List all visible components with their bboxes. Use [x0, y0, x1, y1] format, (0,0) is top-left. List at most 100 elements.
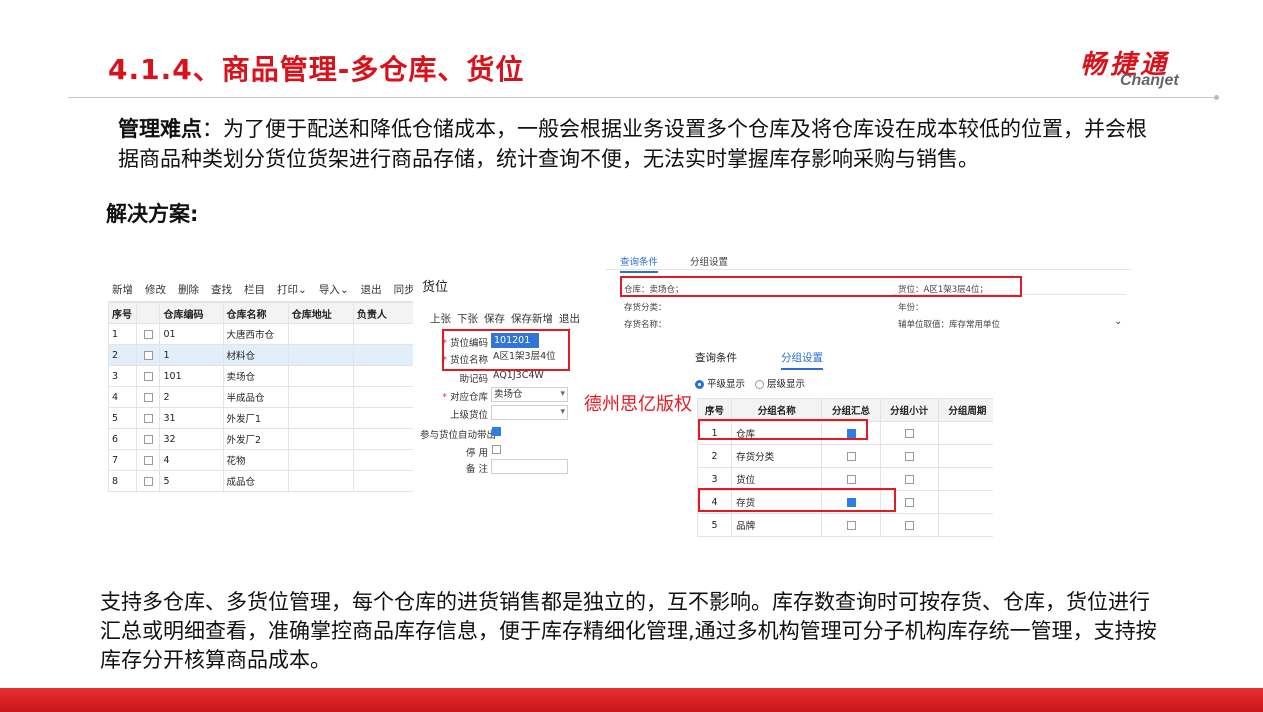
table-row[interactable]: 2 存货分类 — [696, 444, 993, 468]
parent-row: 上级货位 — [418, 405, 588, 423]
subtotal-checkbox[interactable] — [904, 474, 914, 484]
footer-bar — [0, 688, 1263, 712]
subtotal-checkbox[interactable] — [904, 451, 914, 461]
row-period — [937, 467, 993, 491]
parent-select[interactable] — [491, 405, 568, 420]
year-condition[interactable]: 年份： — [898, 301, 924, 313]
prev-button[interactable]: 上张 — [430, 311, 451, 326]
summary-checkbox[interactable] — [846, 474, 856, 484]
row-select-checkbox[interactable] — [143, 413, 153, 423]
table-row[interactable]: 85成品仓是 — [108, 470, 413, 492]
row-summary — [821, 513, 881, 537]
mnemonic-field[interactable]: AQ1J3C4W — [491, 369, 568, 384]
row-manager — [352, 449, 413, 471]
query-tabs: 查询条件 分组设置 — [606, 248, 1131, 273]
row-checkbox — [136, 344, 161, 366]
auto-checkbox[interactable] — [492, 427, 501, 436]
row-checkbox — [136, 449, 161, 471]
row-no: 5 — [696, 513, 733, 537]
subtotal-checkbox[interactable] — [904, 520, 914, 530]
row-code: 1 — [159, 344, 224, 366]
table-row[interactable]: 5 品牌 — [696, 513, 993, 537]
toolbar-sync[interactable]: 同步 — [394, 282, 413, 297]
row-checkbox — [136, 386, 161, 408]
stock-condition[interactable]: 存货名称： — [624, 318, 667, 330]
remark-label: 备 注 — [465, 464, 488, 475]
col-no: 序号 — [108, 302, 138, 324]
radio-level[interactable]: 层级显示 — [755, 376, 805, 390]
exit-button[interactable]: 退出 — [559, 311, 580, 326]
watermark: 德州思亿版权 — [584, 394, 692, 415]
summary-checkbox[interactable] — [846, 451, 856, 461]
subtotal-checkbox[interactable] — [904, 428, 914, 438]
unit-condition[interactable]: 辅单位取值：库存常用单位 — [898, 318, 1000, 330]
row-no: 8 — [108, 470, 138, 492]
category-condition[interactable]: 存货分类： — [624, 301, 667, 313]
save-new-button[interactable]: 保存新增 — [511, 311, 553, 326]
summary-checkbox[interactable] — [846, 520, 856, 530]
toolbar-edit[interactable]: 修改 — [145, 282, 166, 297]
row-select-checkbox[interactable] — [143, 434, 153, 444]
radio-on-icon — [695, 380, 704, 389]
table-row[interactable]: 531外发厂1否 — [108, 407, 413, 429]
row-name: 成品仓 — [222, 470, 289, 492]
highlight-group-stock — [698, 488, 896, 512]
row-name: 半成品仓 — [222, 386, 289, 408]
toolbar-columns[interactable]: 栏目 — [244, 282, 265, 297]
row-checkbox — [136, 470, 161, 492]
toolbar-print[interactable]: 打印⌄ — [277, 282, 307, 297]
radio-flat[interactable]: 平级显示 — [695, 376, 745, 390]
table-row[interactable]: 21材料仓是 — [108, 344, 413, 366]
remark-row: 备 注 — [418, 459, 588, 477]
row-checkbox — [136, 428, 161, 450]
tab-query-conditions[interactable]: 查询条件 — [620, 254, 659, 273]
row-checkbox — [136, 365, 161, 387]
disable-checkbox[interactable] — [492, 445, 501, 454]
warehouse-select[interactable]: 卖场仓 — [491, 387, 568, 402]
row-select-checkbox[interactable] — [143, 392, 153, 402]
toolbar-import[interactable]: 导入⌄ — [319, 282, 349, 297]
row-code: 4 — [159, 449, 224, 471]
row-select-checkbox[interactable] — [143, 350, 153, 360]
solution-label: 解决方案: — [106, 202, 199, 226]
warehouse-toolbar: 新增 修改 删除 查找 栏目 打印⌄ 导入⌄ 退出 同步 — [108, 278, 413, 302]
save-button[interactable]: 保存 — [484, 311, 505, 326]
toolbar-exit[interactable]: 退出 — [361, 282, 382, 297]
chevron-down-icon[interactable]: ⌄ — [1114, 316, 1122, 327]
row-select-checkbox[interactable] — [143, 329, 153, 339]
summary-paragraph: 支持多仓库、多货位管理，每个仓库的进货销售都是独立的，互不影响。库存数查询时可按… — [100, 590, 1157, 672]
tab-group-settings[interactable]: 分组设置 — [781, 350, 823, 370]
row-code: 31 — [159, 407, 224, 429]
next-button[interactable]: 下张 — [457, 311, 478, 326]
row-no: 2 — [696, 444, 733, 468]
tab-group-settings[interactable]: 分组设置 — [690, 254, 728, 268]
row-select-checkbox[interactable] — [143, 371, 153, 381]
toolbar-delete[interactable]: 删除 — [178, 282, 199, 297]
row-name: 花物 — [222, 449, 289, 471]
row-address — [287, 386, 354, 408]
remark-field[interactable] — [491, 459, 568, 474]
tab-query-conditions[interactable]: 查询条件 — [695, 350, 737, 365]
row-select-checkbox[interactable] — [143, 476, 153, 486]
location-form-window: 货位 上张 下张 保存 保存新增 退出 * 货位编码 101201 * 货位名称… — [418, 272, 588, 475]
subtotal-checkbox[interactable] — [904, 497, 914, 507]
row-manager — [352, 323, 413, 345]
mnemonic-label: 助记码 — [459, 374, 488, 385]
table-row[interactable]: 632外发厂2否 — [108, 428, 413, 450]
row-subtotal — [879, 513, 939, 537]
table-row[interactable]: 3101卖场仓是 — [108, 365, 413, 387]
row-code: 5 — [159, 470, 224, 492]
row-period — [937, 421, 993, 445]
table-row[interactable]: 74花物是 — [108, 449, 413, 471]
highlight-query-conditions — [620, 276, 1022, 297]
col-address: 仓库地址 — [287, 302, 354, 324]
toolbar-find[interactable]: 查找 — [211, 282, 232, 297]
row-no: 3 — [108, 365, 138, 387]
row-name: 材料仓 — [222, 344, 289, 366]
toolbar-add[interactable]: 新增 — [112, 282, 133, 297]
table-row[interactable]: 42半成品仓是 — [108, 386, 413, 408]
row-no: 7 — [108, 449, 138, 471]
row-select-checkbox[interactable] — [143, 455, 153, 465]
table-row[interactable]: 101大唐西市仓是 — [108, 323, 413, 345]
row-address — [287, 449, 354, 471]
